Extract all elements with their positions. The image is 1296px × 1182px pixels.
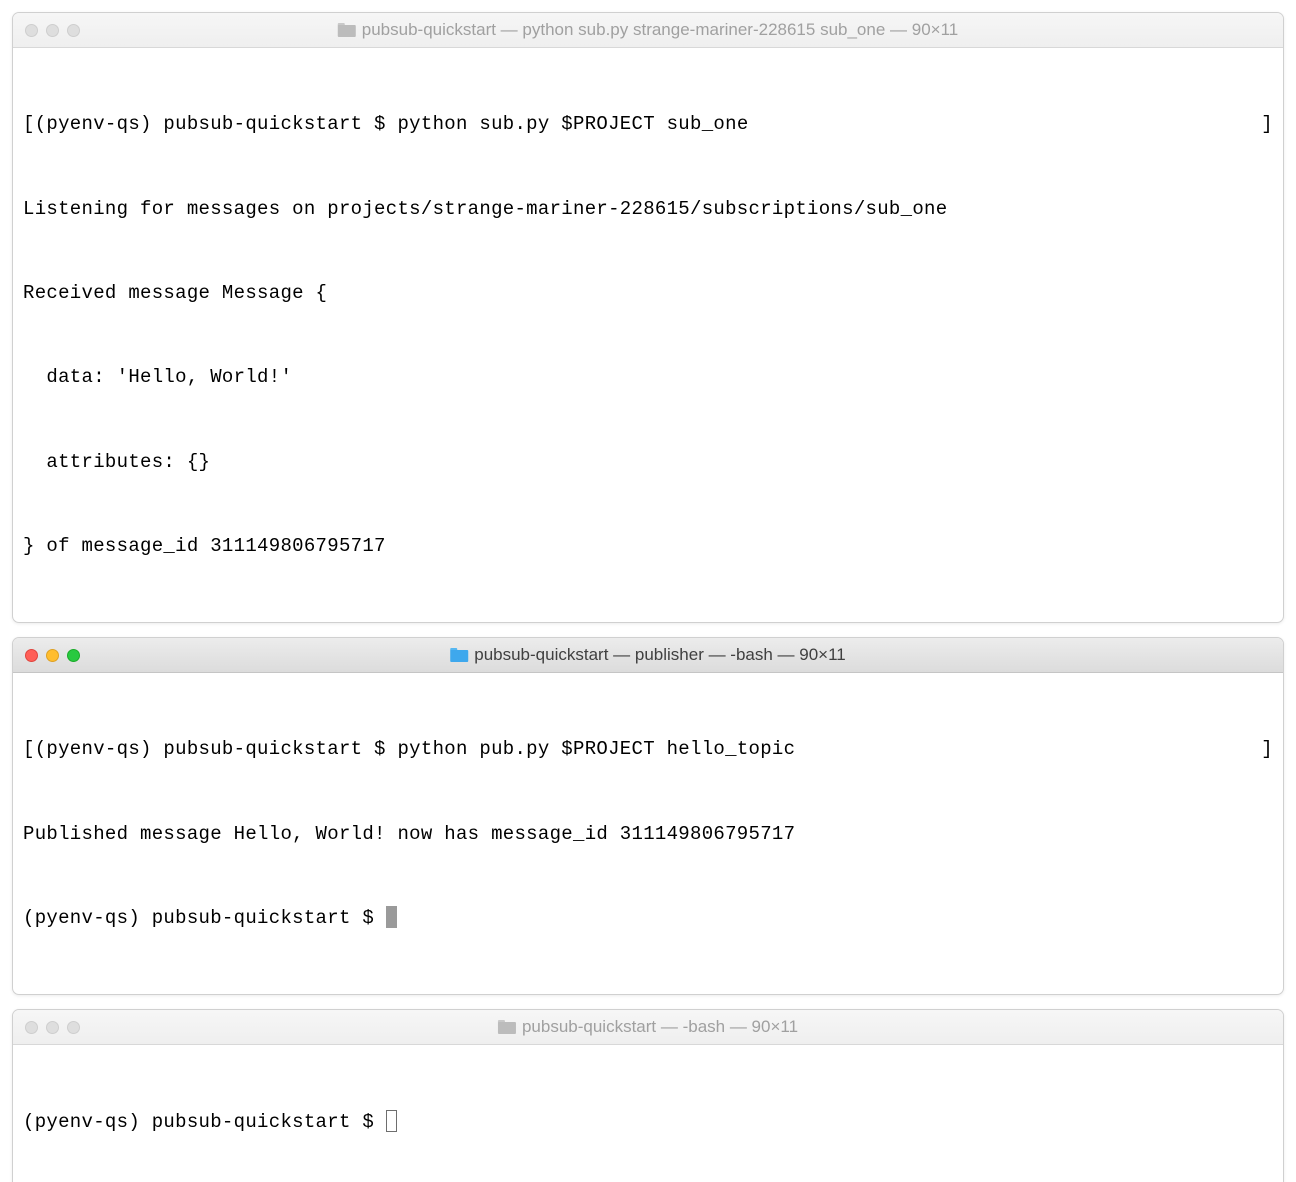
title-text: pubsub-quickstart — publisher — -bash — … <box>474 645 846 665</box>
zoom-icon[interactable] <box>67 24 80 37</box>
title-text: pubsub-quickstart — python sub.py strang… <box>362 20 958 40</box>
window-title: pubsub-quickstart — publisher — -bash — … <box>450 645 846 665</box>
output-line: attributes: {} <box>23 448 1273 476</box>
terminal-window-bash: pubsub-quickstart — -bash — 90×11 (pyenv… <box>12 1009 1284 1182</box>
traffic-lights <box>25 24 80 37</box>
window-title: pubsub-quickstart — python sub.py strang… <box>338 20 958 40</box>
terminal-window-subscriber: pubsub-quickstart — python sub.py strang… <box>12 12 1284 623</box>
prompt-line: (pyenv-qs) pubsub-quickstart $ <box>23 1108 1273 1136</box>
command-line: [(pyenv-qs) pubsub-quickstart $ python p… <box>23 735 1273 763</box>
output-line: Listening for messages on projects/stran… <box>23 195 1273 223</box>
terminal-content[interactable]: [(pyenv-qs) pubsub-quickstart $ python s… <box>13 48 1283 622</box>
folder-icon <box>498 1020 516 1034</box>
prompt-line: (pyenv-qs) pubsub-quickstart $ <box>23 904 1273 932</box>
output-line: data: 'Hello, World!' <box>23 363 1273 391</box>
minimize-icon[interactable] <box>46 649 59 662</box>
window-title: pubsub-quickstart — -bash — 90×11 <box>498 1017 798 1037</box>
terminal-window-publisher: pubsub-quickstart — publisher — -bash — … <box>12 637 1284 995</box>
traffic-lights <box>25 649 80 662</box>
cursor-icon <box>386 906 397 928</box>
title-bar[interactable]: pubsub-quickstart — -bash — 90×11 <box>13 1010 1283 1045</box>
output-line: Published message Hello, World! now has … <box>23 820 1273 848</box>
cursor-icon <box>386 1110 397 1132</box>
zoom-icon[interactable] <box>67 1021 80 1034</box>
folder-icon <box>338 23 356 37</box>
zoom-icon[interactable] <box>67 649 80 662</box>
terminal-content[interactable]: [(pyenv-qs) pubsub-quickstart $ python p… <box>13 673 1283 994</box>
output-line: Received message Message { <box>23 279 1273 307</box>
terminal-content[interactable]: (pyenv-qs) pubsub-quickstart $ <box>13 1045 1283 1182</box>
folder-icon <box>450 648 468 662</box>
close-icon[interactable] <box>25 24 38 37</box>
title-bar[interactable]: pubsub-quickstart — python sub.py strang… <box>13 13 1283 48</box>
title-bar[interactable]: pubsub-quickstart — publisher — -bash — … <box>13 638 1283 673</box>
traffic-lights <box>25 1021 80 1034</box>
title-text: pubsub-quickstart — -bash — 90×11 <box>522 1017 798 1037</box>
close-icon[interactable] <box>25 649 38 662</box>
command-line: [(pyenv-qs) pubsub-quickstart $ python s… <box>23 110 1273 138</box>
minimize-icon[interactable] <box>46 24 59 37</box>
output-line: } of message_id 311149806795717 <box>23 532 1273 560</box>
close-icon[interactable] <box>25 1021 38 1034</box>
minimize-icon[interactable] <box>46 1021 59 1034</box>
